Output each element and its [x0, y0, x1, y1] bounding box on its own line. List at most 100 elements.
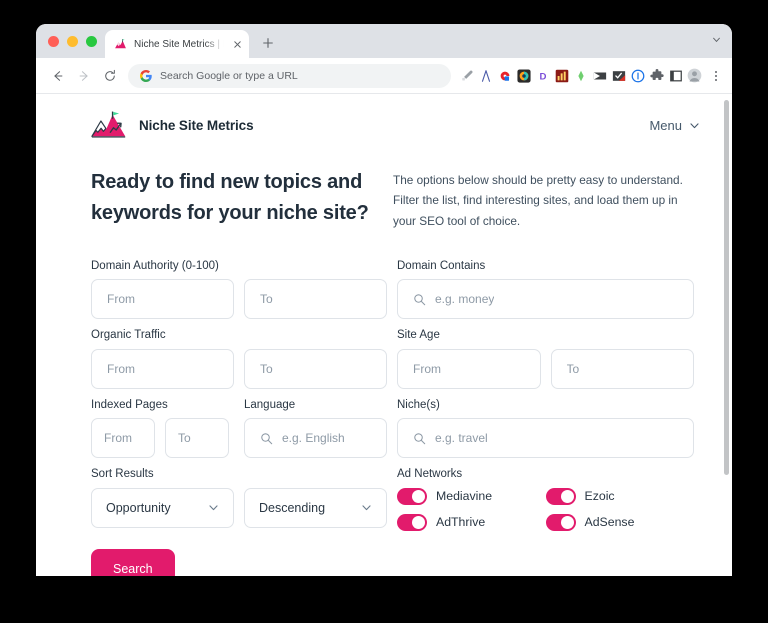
sort-field-value: Opportunity: [106, 500, 171, 515]
field-label-niches: Niche(s): [397, 398, 440, 411]
ad-network-label: AdSense: [584, 515, 635, 530]
domain-contains-input[interactable]: e.g. money: [397, 279, 694, 320]
toggle-switch[interactable]: [545, 513, 576, 531]
letter-d-icon[interactable]: D: [535, 68, 550, 83]
ad-network-toggle-mediavine[interactable]: Mediavine: [397, 487, 546, 505]
search-button-row: Search: [91, 531, 694, 576]
toggle-switch[interactable]: [397, 513, 427, 531]
toggle-knob: [560, 515, 574, 529]
field-domain-contains: Domain Contains e.g. money: [397, 259, 694, 320]
address-bar-text: Search Google or type a URL: [160, 69, 298, 82]
google-g-icon: [140, 69, 152, 82]
ad-network-toggle-adthrive[interactable]: AdThrive: [397, 513, 546, 531]
field-label-sort-results: Sort Results: [91, 468, 154, 481]
svg-text:D: D: [539, 71, 546, 82]
square-outline-icon[interactable]: [668, 68, 683, 83]
field-label-domain-contains: Domain Contains: [397, 259, 486, 272]
search-icon: [413, 432, 426, 445]
language-input[interactable]: e.g. English: [244, 418, 387, 459]
ad-network-label: AdThrive: [436, 515, 486, 530]
search-button[interactable]: Search: [91, 548, 175, 576]
site-logo[interactable]: Niche Site Metrics: [91, 110, 254, 141]
main-menu-label: Menu: [649, 118, 682, 133]
indexed-pages-to-input[interactable]: To: [165, 418, 229, 459]
search-icon: [413, 293, 426, 306]
field-label-indexed-pages: Indexed Pages: [91, 398, 168, 411]
hero-right: The options below should be pretty easy …: [391, 167, 694, 231]
green-leaf-icon[interactable]: [573, 68, 588, 83]
forward-arrow-icon[interactable]: [72, 64, 96, 88]
hero-left: Ready to find new topics and keywords fo…: [91, 167, 391, 231]
ad-network-toggle-ezoic[interactable]: Ezoic: [545, 487, 695, 505]
back-arrow-icon[interactable]: [46, 64, 70, 88]
toggle-knob: [560, 489, 574, 503]
browser-tab-strip: Niche Site Metrics | Find Profitable: [36, 24, 732, 58]
avatar-icon[interactable]: [687, 68, 702, 83]
colorwheel-icon[interactable]: [516, 68, 531, 83]
field-organic-traffic: Organic Traffic From To: [91, 330, 387, 389]
field-label-organic-traffic: Organic Traffic: [91, 329, 166, 342]
browser-tab[interactable]: Niche Site Metrics | Find Profitable: [105, 30, 249, 58]
puzzle-piece-icon[interactable]: [649, 68, 664, 83]
flag-dark-icon[interactable]: [592, 68, 607, 83]
form-row-4: Sort Results Opportunity Descending Ad N…: [91, 469, 694, 531]
site-age-to-input[interactable]: To: [550, 348, 694, 389]
browser-menu-kebab-icon[interactable]: [708, 67, 724, 85]
window-traffic-lights: [44, 24, 105, 58]
field-language: Language e.g. English: [244, 399, 387, 459]
sort-direction-select[interactable]: Descending: [244, 487, 387, 528]
window-maximize-button[interactable]: [86, 35, 97, 47]
compass-pen-icon[interactable]: [478, 68, 493, 83]
analytics-chart-icon[interactable]: [554, 68, 569, 83]
brand-name: Niche Site Metrics: [139, 118, 254, 133]
browser-window: Niche Site Metrics | Find Profitable: [36, 24, 732, 576]
eyedropper-icon[interactable]: [459, 68, 474, 83]
toggle-knob: [412, 515, 425, 529]
toggle-switch[interactable]: [397, 487, 427, 505]
domain-authority-from-placeholder: From: [107, 292, 135, 307]
magnet-red-icon[interactable]: [497, 68, 512, 83]
circle-one-icon[interactable]: [630, 68, 645, 83]
field-domain-authority: Domain Authority (0-100) From To: [91, 260, 387, 320]
site-age-to-placeholder: To: [566, 361, 580, 376]
main-menu-button[interactable]: Menu: [649, 118, 700, 133]
ad-network-toggle-adsense[interactable]: AdSense: [545, 513, 695, 531]
page-title: Ready to find new topics and keywords fo…: [91, 171, 369, 224]
domain-authority-to-input[interactable]: To: [244, 279, 387, 320]
tab-list-chevron-down-icon[interactable]: [711, 32, 722, 50]
address-bar[interactable]: Search Google or type a URL: [128, 63, 451, 88]
form-row-1: Domain Authority (0-100) From To Domain …: [91, 259, 694, 320]
domain-authority-from-input[interactable]: From: [91, 279, 234, 320]
field-sort-results: Sort Results Opportunity Descending: [91, 469, 387, 531]
tabstrip-right-controls: [711, 24, 732, 58]
window-minimize-button[interactable]: [67, 35, 78, 47]
tab-close-icon[interactable]: [231, 38, 243, 50]
tab-favicon-icon: [114, 38, 127, 51]
niches-input[interactable]: e.g. travel: [397, 418, 694, 459]
new-tab-button[interactable]: [255, 29, 281, 57]
window-close-button[interactable]: [48, 35, 59, 47]
organic-traffic-to-placeholder: To: [260, 361, 273, 376]
reload-icon[interactable]: [98, 64, 122, 88]
toggle-switch[interactable]: [545, 487, 576, 505]
indexed-pages-from-input[interactable]: From: [91, 418, 155, 459]
domain-authority-to-placeholder: To: [260, 292, 273, 307]
mountain-flag-logo-icon: [91, 110, 127, 141]
chevron-down-icon: [208, 502, 219, 513]
organic-traffic-to-input[interactable]: To: [244, 348, 387, 389]
sort-field-select[interactable]: Opportunity: [91, 487, 234, 528]
form-row-2: Organic Traffic From To Site Age From To: [91, 330, 694, 389]
checkbox-red-icon[interactable]: [611, 68, 626, 83]
toggle-knob: [412, 489, 425, 503]
indexed-pages-to-placeholder: To: [178, 431, 191, 446]
site-age-from-input[interactable]: From: [397, 348, 541, 389]
chevron-down-icon: [361, 502, 372, 513]
search-icon: [260, 432, 273, 445]
site-age-from-placeholder: From: [413, 361, 441, 376]
indexed-pages-from-placeholder: From: [104, 431, 132, 446]
chevron-down-icon: [689, 120, 700, 131]
organic-traffic-from-input[interactable]: From: [91, 348, 234, 389]
ad-network-label: Mediavine: [436, 489, 493, 504]
hero-section: Ready to find new topics and keywords fo…: [36, 141, 732, 231]
search-filters-form: Domain Authority (0-100) From To Domain …: [36, 231, 732, 576]
